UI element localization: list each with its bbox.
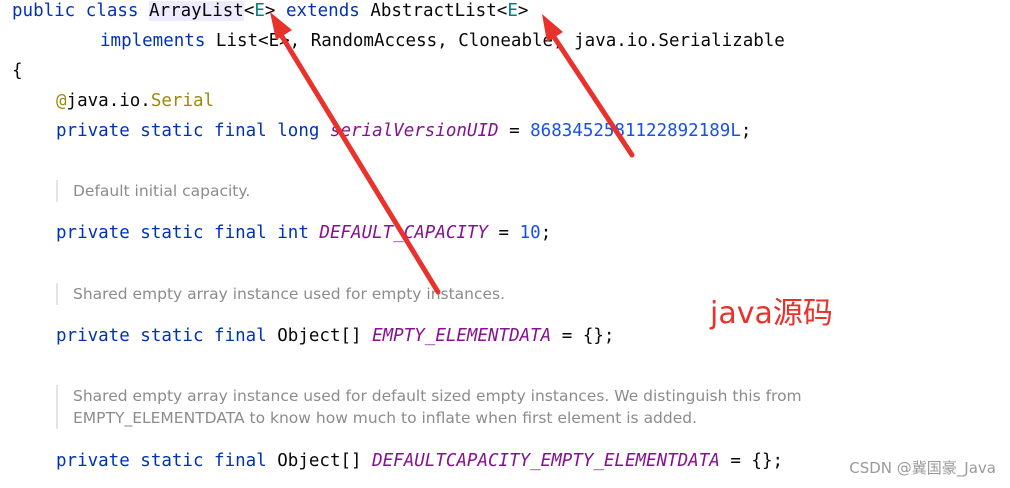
- field-value: 10: [519, 223, 541, 243]
- doc-text-line-2: EMPTY_ELEMENTDATA to know how much to in…: [73, 409, 698, 427]
- annotation-at: @: [56, 91, 67, 111]
- open-brace: {: [12, 61, 23, 81]
- field-name[interactable]: DEFAULTCAPACITY_EMPTY_ELEMENTDATA: [372, 451, 720, 471]
- modifiers: private static final: [56, 451, 267, 471]
- empty-elementdata-line: private static final Object[] EMPTY_ELEM…: [56, 325, 614, 347]
- annotation-package: java.io.: [66, 91, 151, 111]
- field-value: 8683452581122892189L: [530, 121, 741, 141]
- modifiers: private static final long: [56, 121, 320, 141]
- interfaces-list: List<E>, RandomAccess, Cloneable, java.i…: [215, 31, 785, 51]
- java-source-annotation: java源码: [710, 296, 833, 331]
- angle-open-2: <: [496, 1, 508, 21]
- keyword-extends: extends: [286, 1, 360, 21]
- assign: =: [488, 223, 520, 243]
- class-name[interactable]: ArrayList: [149, 1, 244, 21]
- implements-line: implements List<E>, RandomAccess, Clonea…: [100, 30, 785, 52]
- annotation-name: Serial: [150, 91, 215, 111]
- serial-version-uid-line: private static final long serialVersionU…: [56, 120, 751, 142]
- class-declaration-line: public class ArrayList<E> extends Abstra…: [12, 0, 528, 22]
- field-name[interactable]: serialVersionUID: [330, 121, 499, 141]
- semicolon: ;: [740, 121, 752, 141]
- csdn-watermark: CSDN @冀国豪_Java: [849, 459, 996, 477]
- angle-close-2: >: [517, 1, 529, 21]
- field-type: Object[]: [277, 451, 362, 471]
- parent-class-name[interactable]: AbstractList: [370, 1, 496, 21]
- doc-text: Default initial capacity.: [73, 182, 251, 200]
- doc-text-line-1: Shared empty array instance used for def…: [73, 387, 802, 405]
- keyword-class: class: [85, 1, 139, 21]
- doc-comment-default-sized: Shared empty array instance used for def…: [56, 385, 802, 429]
- angle-close: >: [264, 1, 276, 21]
- angle-open: <: [243, 1, 255, 21]
- keyword-implements: implements: [100, 31, 206, 51]
- modifiers: private static final: [56, 326, 267, 346]
- defaultcapacity-empty-elementdata-line: private static final Object[] DEFAULTCAP…: [56, 450, 783, 472]
- type-param-e: E: [254, 1, 265, 21]
- semicolon: ;: [540, 223, 552, 243]
- parent-type-param-e: E: [507, 1, 518, 21]
- assign: =: [498, 121, 531, 141]
- initializer: = {};: [719, 451, 784, 471]
- serial-annotation: @java.io.Serial: [56, 90, 214, 112]
- arrow-to-arraylist-type-param: [275, 27, 441, 295]
- doc-comment-capacity: Default initial capacity.: [56, 180, 250, 202]
- keyword-public: public: [12, 1, 76, 21]
- field-name[interactable]: DEFAULT_CAPACITY: [319, 223, 488, 243]
- doc-text: Shared empty array instance used for emp…: [73, 285, 506, 303]
- initializer: = {};: [551, 326, 615, 346]
- field-name[interactable]: EMPTY_ELEMENTDATA: [372, 326, 551, 346]
- doc-comment-empty: Shared empty array instance used for emp…: [56, 283, 505, 305]
- field-type: Object[]: [277, 326, 362, 346]
- default-capacity-line: private static final int DEFAULT_CAPACIT…: [56, 222, 551, 244]
- modifiers: private static final int: [56, 223, 309, 243]
